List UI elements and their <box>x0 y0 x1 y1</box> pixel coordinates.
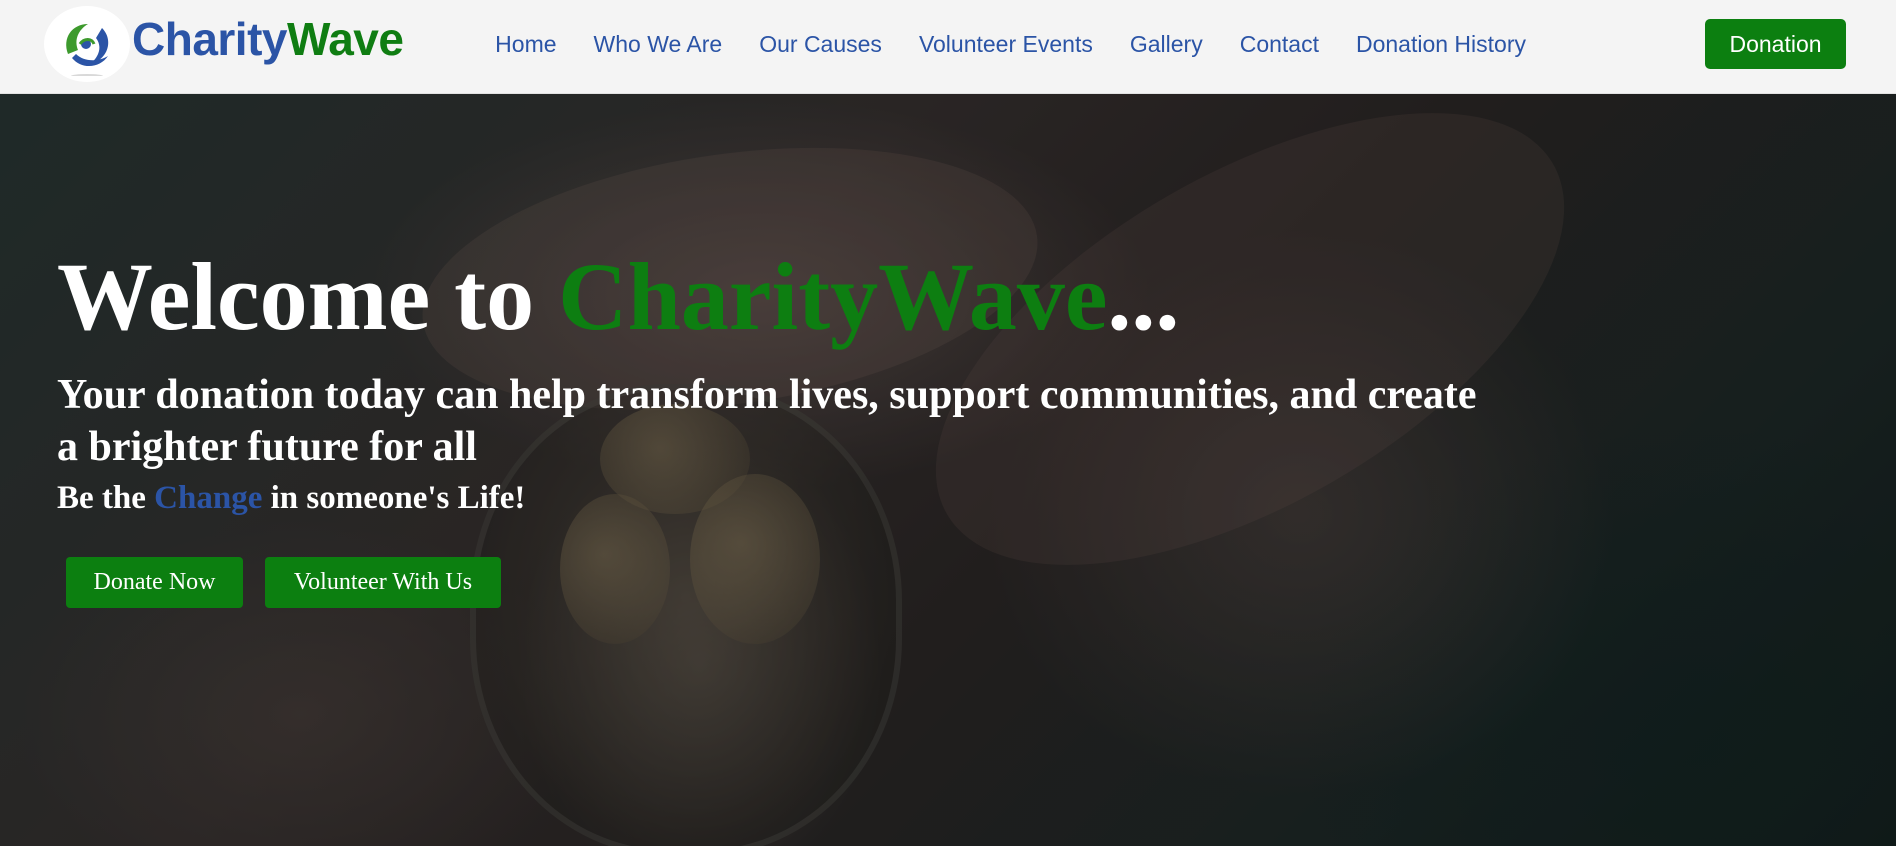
hero-tagline-highlight: Change <box>154 480 263 516</box>
volunteer-with-us-button[interactable]: Volunteer With Us <box>265 557 501 608</box>
nav-item-donation-history[interactable]: Donation History <box>1356 31 1526 58</box>
logo[interactable] <box>44 6 130 82</box>
nav-item-volunteer-events[interactable]: Volunteer Events <box>919 31 1093 58</box>
hero-tagline-suffix: in someone's Life! <box>262 480 526 516</box>
nav-item-home[interactable]: Home <box>495 31 556 58</box>
nav-item-who-we-are[interactable]: Who We Are <box>594 31 723 58</box>
nav-item-our-causes[interactable]: Our Causes <box>759 31 882 58</box>
brand-name-part1: Charity <box>132 13 287 65</box>
charitywave-logo-icon <box>66 24 109 76</box>
navbar: CharityWave Home Who We Are Our Causes V… <box>0 0 1896 94</box>
hero-title-suffix: ... <box>1107 243 1180 350</box>
nav-item-contact[interactable]: Contact <box>1240 31 1319 58</box>
hero-title-prefix: Welcome to <box>57 243 559 350</box>
hero-tagline-prefix: Be the <box>57 480 155 516</box>
brand-name-part2: Wave <box>286 13 404 65</box>
hero-title-highlight: CharityWave <box>558 243 1108 350</box>
hero-section: Welcome to CharityWave... Your donation … <box>0 94 1896 846</box>
nav-item-gallery[interactable]: Gallery <box>1130 31 1203 58</box>
nav-links: Home Who We Are Our Causes Volunteer Eve… <box>495 26 1526 62</box>
brand-name[interactable]: CharityWave <box>132 12 404 66</box>
donate-now-button[interactable]: Donate Now <box>66 557 243 608</box>
hero-subtitle: Your donation today can help transform l… <box>57 372 1477 470</box>
donation-button[interactable]: Donation <box>1705 19 1846 69</box>
hero-tagline: Be the Change in someone's Life! <box>57 478 525 518</box>
hero-title: Welcome to CharityWave... <box>57 242 1179 352</box>
